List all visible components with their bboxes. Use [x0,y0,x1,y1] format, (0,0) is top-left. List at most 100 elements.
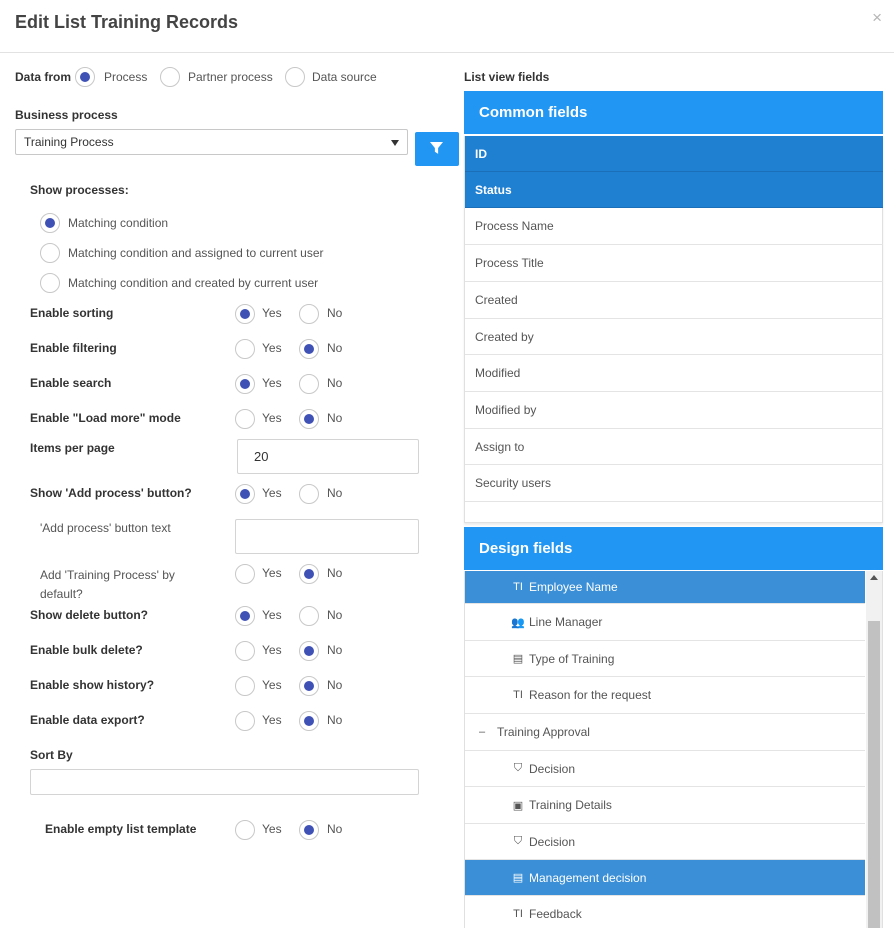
show-processes-label: Show processes: [30,183,129,197]
yes-label: Yes [262,608,282,622]
common-field-row[interactable]: Created [465,282,883,319]
bulk-delete-no-radio[interactable] [299,641,319,661]
empty-template-label: Enable empty list template [45,822,197,836]
enable-search-yes-radio[interactable] [235,374,255,394]
html5-icon: ⛉ [513,835,523,847]
common-field-label: Status [475,182,512,197]
yes-label: Yes [262,643,282,657]
data-export-yes-radio[interactable] [235,711,255,731]
filter-button[interactable] [415,132,459,166]
enable-sorting-yes-radio[interactable] [235,304,255,324]
bulk-delete-yes-radio[interactable] [235,641,255,661]
data-from-process-radio[interactable] [75,67,95,87]
common-field-row[interactable]: Created by [465,319,883,355]
yes-label: Yes [262,678,282,692]
show-delete-no-radio[interactable] [299,606,319,626]
design-field-row[interactable]: TI Reason for the request [465,677,865,714]
show-add-process-no-radio[interactable] [299,484,319,504]
data-from-partner-radio[interactable] [160,67,180,87]
design-field-label: Decision [529,761,576,776]
add-by-default-label: Add 'Training Process' by default? [40,568,175,601]
scroll-up-icon[interactable] [870,575,878,580]
show-matching-radio[interactable] [40,213,60,233]
show-add-process-yes-radio[interactable] [235,484,255,504]
scrollbar-thumb[interactable] [868,621,880,928]
data-from-datasource-label: Data source [312,70,377,84]
design-field-row[interactable]: 👥 Line Manager [465,604,865,641]
enable-sorting-no-radio[interactable] [299,304,319,324]
add-by-default-yes-radio[interactable] [235,564,255,584]
collapse-icon[interactable]: – [475,726,489,738]
business-process-select[interactable]: Training Process [15,129,408,155]
design-field-row[interactable]: ⛉ Decision [465,824,865,860]
data-from-label: Data from [15,70,72,84]
empty-template-yes-radio[interactable] [235,820,255,840]
data-export-no-radio[interactable] [299,711,319,731]
design-field-row[interactable]: ▣ Training Details [465,787,865,824]
show-matching-label: Matching condition [68,216,169,230]
design-field-row[interactable]: ▤ Type of Training [465,641,865,677]
design-field-label: Feedback [529,907,582,921]
no-label: No [327,486,343,500]
common-field-row[interactable]: Modified [465,355,883,392]
text-field-icon: TI [513,908,523,920]
yes-label: Yes [262,341,282,355]
enable-load-more-yes-radio[interactable] [235,409,255,429]
enable-filtering-yes-radio[interactable] [235,339,255,359]
show-assigned-radio[interactable] [40,243,60,263]
design-field-row[interactable]: ▤ Management decision [465,860,865,896]
dialog-header: Edit List Training Records × [0,0,894,53]
empty-template-no-radio[interactable] [299,820,319,840]
common-field-row[interactable]: Process Title [465,245,883,282]
yes-label: Yes [262,566,282,580]
common-field-label: Assign to [475,439,525,454]
common-fields-list: ID Status Process Name Process Title Cre… [464,136,883,523]
dialog-title: Edit List Training Records [15,12,239,32]
design-fields-header: Design fields [464,527,883,570]
add-by-default-no-radio[interactable] [299,564,319,584]
text-field-icon: TI [513,689,523,701]
enable-search-label: Enable search [30,376,112,390]
design-field-row[interactable]: ⛉ Decision [465,751,865,787]
design-group-row[interactable]: – Training Approval [465,714,865,751]
design-field-label: Management decision [529,870,647,885]
yes-label: Yes [262,713,282,727]
show-history-no-radio[interactable] [299,676,319,696]
common-field-row[interactable]: ID [465,136,883,172]
common-field-row[interactable]: Security users [465,465,883,502]
show-delete-yes-radio[interactable] [235,606,255,626]
common-fields-header: Common fields [464,91,883,134]
close-icon[interactable]: × [872,8,882,28]
design-field-row[interactable]: TI Employee Name [465,571,865,604]
items-per-page-input[interactable]: 20 [237,439,419,474]
no-label: No [327,643,343,657]
design-fields-scrollbar[interactable] [866,571,882,928]
enable-filtering-no-radio[interactable] [299,339,319,359]
text-field-icon: TI [513,581,523,593]
show-history-yes-radio[interactable] [235,676,255,696]
design-field-label: Reason for the request [529,688,652,702]
common-field-label: ID [475,146,487,161]
add-process-text-input[interactable] [235,519,419,554]
bulk-delete-label: Enable bulk delete? [30,643,143,657]
users-icon: 👥 [511,616,525,629]
no-label: No [327,306,343,320]
common-field-row[interactable]: Modified by [465,392,883,429]
common-field-row[interactable]: Status [465,172,883,208]
data-from-partner-label: Partner process [188,70,273,84]
show-created-radio[interactable] [40,273,60,293]
enable-search-no-radio[interactable] [299,374,319,394]
common-field-row[interactable]: Assign to [465,429,883,465]
common-field-row[interactable]: Process Name [465,208,883,245]
enable-load-more-no-radio[interactable] [299,409,319,429]
enable-filtering-label: Enable filtering [30,341,117,355]
yes-label: Yes [262,822,282,836]
no-label: No [327,341,343,355]
yes-label: Yes [262,486,282,500]
design-field-row[interactable]: TI Feedback [465,896,865,928]
common-field-label: Security users [475,476,552,490]
data-from-datasource-radio[interactable] [285,67,305,87]
no-label: No [327,411,343,425]
sort-by-input[interactable] [30,769,419,795]
business-process-value: Training Process [24,135,114,149]
